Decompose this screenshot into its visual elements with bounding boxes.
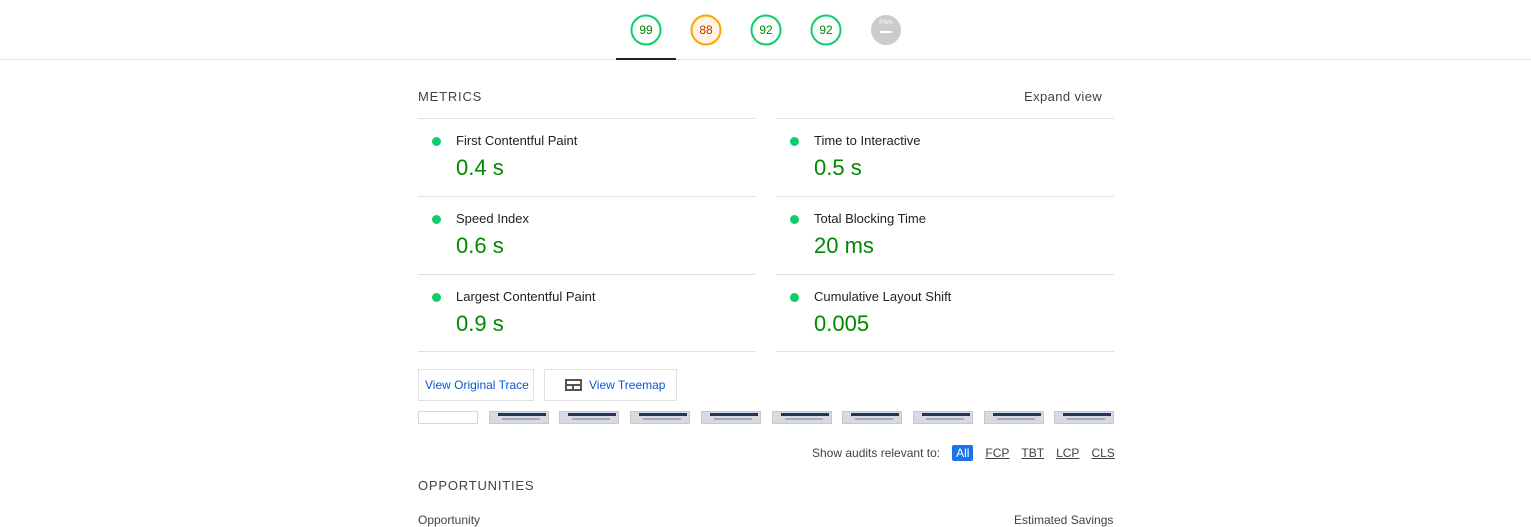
gauge-best-practices-score: 92 bbox=[759, 23, 773, 37]
filmstrip-frame bbox=[984, 411, 1044, 424]
gauge-seo-score: 92 bbox=[819, 23, 833, 37]
divider bbox=[776, 351, 1114, 352]
view-original-trace-button[interactable]: View Original Trace bbox=[418, 369, 534, 401]
filter-chip-fcp[interactable]: FCP bbox=[985, 446, 1009, 460]
filter-chip-cls[interactable]: CLS bbox=[1091, 446, 1114, 460]
view-treemap-label: View Treemap bbox=[589, 378, 666, 392]
metric-lcp: Largest Contentful Paint 0.9 s bbox=[418, 274, 756, 352]
pass-dot-icon bbox=[790, 215, 799, 224]
gauge-accessibility-score: 88 bbox=[699, 23, 713, 37]
gauge-pwa-label: PWA bbox=[879, 20, 893, 26]
filmstrip-frame bbox=[418, 411, 478, 424]
metric-value: 0.9 s bbox=[456, 311, 504, 336]
filter-chip-all[interactable]: All bbox=[952, 445, 974, 461]
metric-label: Cumulative Layout Shift bbox=[814, 289, 952, 304]
active-gauge-underline bbox=[616, 58, 676, 60]
filmstrip-frame bbox=[842, 411, 902, 424]
metric-value: 0.5 s bbox=[814, 155, 862, 180]
metric-speed-index: Speed Index 0.6 s bbox=[418, 196, 756, 274]
metrics-title: METRICS bbox=[418, 89, 483, 104]
metric-value: 0.005 bbox=[814, 311, 870, 336]
filmstrip-frame bbox=[1054, 411, 1114, 424]
metric-label: Time to Interactive bbox=[814, 133, 921, 148]
filter-chip-lcp[interactable]: LCP bbox=[1056, 446, 1079, 460]
audit-filter: Show audits relevant to: All FCP TBT LCP… bbox=[812, 445, 1115, 461]
gauge-best-practices[interactable]: 92 bbox=[750, 14, 782, 46]
pass-dot-icon bbox=[790, 293, 799, 302]
metric-label: Speed Index bbox=[456, 211, 530, 226]
expand-view-toggle[interactable]: Expand view bbox=[1024, 89, 1102, 104]
gauge-seo[interactable]: 92 bbox=[810, 14, 842, 46]
score-gauges: 99 88 92 92 PWA bbox=[630, 14, 930, 46]
treemap-icon bbox=[565, 379, 582, 391]
metric-cls: Cumulative Layout Shift 0.005 bbox=[776, 274, 1114, 352]
pass-dot-icon bbox=[432, 137, 441, 146]
score-header: 99 88 92 92 PWA bbox=[0, 0, 1531, 60]
filmstrip-frame bbox=[489, 411, 549, 424]
metric-tti: Time to Interactive 0.5 s bbox=[776, 118, 1114, 196]
gauge-performance[interactable]: 99 bbox=[630, 14, 662, 46]
gauge-pwa[interactable]: PWA bbox=[870, 14, 902, 46]
opportunities-title: OPPORTUNITIES bbox=[418, 478, 535, 493]
audit-filter-label: Show audits relevant to: bbox=[812, 446, 941, 460]
filter-chip-tbt[interactable]: TBT bbox=[1021, 446, 1044, 460]
divider bbox=[418, 351, 756, 352]
filmstrip-frame bbox=[559, 411, 619, 424]
gauge-performance-score: 99 bbox=[639, 23, 653, 37]
metric-tbt: Total Blocking Time 20 ms bbox=[776, 196, 1114, 274]
filmstrip-frame bbox=[701, 411, 761, 424]
opportunity-column-header: Opportunity bbox=[418, 513, 481, 527]
estimated-savings-column-header: Estimated Savings bbox=[1014, 513, 1114, 527]
pwa-dash-icon bbox=[880, 31, 892, 33]
view-treemap-button[interactable]: View Treemap bbox=[544, 369, 677, 401]
filmstrip-frame bbox=[772, 411, 832, 424]
filmstrip bbox=[418, 411, 1114, 424]
pass-dot-icon bbox=[790, 137, 799, 146]
pass-dot-icon bbox=[432, 215, 441, 224]
filmstrip-frame bbox=[913, 411, 973, 424]
gauge-accessibility[interactable]: 88 bbox=[690, 14, 722, 46]
metric-label: First Contentful Paint bbox=[456, 133, 578, 148]
metric-value: 0.4 s bbox=[456, 155, 504, 180]
pass-dot-icon bbox=[432, 293, 441, 302]
metric-value: 20 ms bbox=[814, 233, 874, 258]
metric-label: Total Blocking Time bbox=[814, 211, 926, 226]
filmstrip-frame bbox=[630, 411, 690, 424]
metric-fcp: First Contentful Paint 0.4 s bbox=[418, 118, 756, 196]
metric-label: Largest Contentful Paint bbox=[456, 289, 596, 304]
metric-value: 0.6 s bbox=[456, 233, 504, 258]
